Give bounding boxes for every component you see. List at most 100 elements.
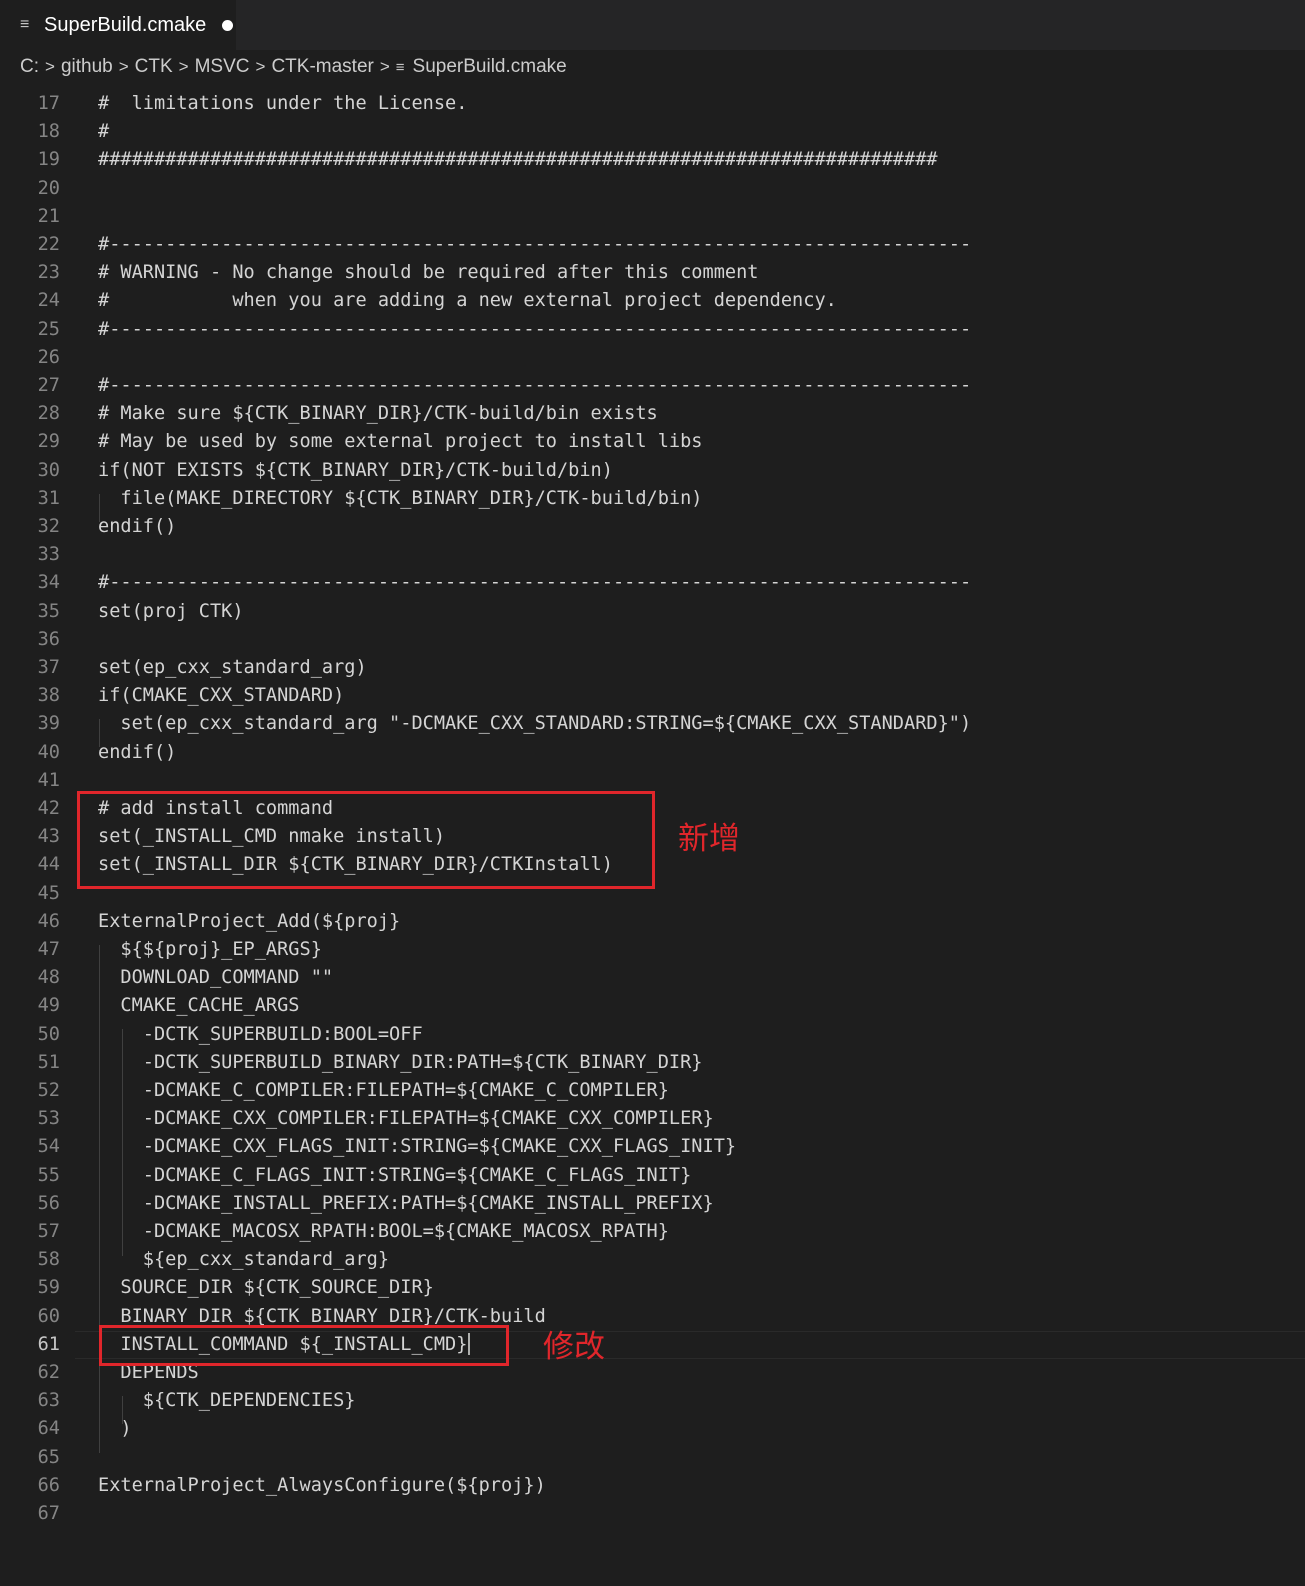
code-text[interactable]: # when you are adding a new external pro… — [98, 287, 837, 315]
code-text[interactable]: # May be used by some external project t… — [98, 428, 703, 456]
line-number: 33 — [37, 544, 60, 566]
code-line[interactable]: 24 # when you are adding a new external p… — [0, 287, 1305, 315]
code-line[interactable]: 57 -DCMAKE_MACOSX_RPATH:BOOL=${CMAKE_MAC… — [0, 1218, 1305, 1246]
code-text[interactable]: # WARNING - No change should be required… — [98, 259, 758, 287]
code-text[interactable]: -DCMAKE_CXX_COMPILER:FILEPATH=${CMAKE_CX… — [98, 1105, 714, 1133]
code-text[interactable]: set(proj CTK) — [98, 598, 244, 626]
code-line[interactable]: 27 #-------------------------------------… — [0, 372, 1305, 400]
code-text[interactable]: ExternalProject_AlwaysConfigure(${proj}) — [98, 1472, 546, 1500]
code-line[interactable]: 31 file(MAKE_DIRECTORY ${CTK_BINARY_DIR}… — [0, 485, 1305, 513]
code-line[interactable]: 18 # — [0, 118, 1305, 146]
code-line[interactable]: 35 set(proj CTK) — [0, 598, 1305, 626]
line-number: 47 — [37, 939, 60, 960]
code-line[interactable]: 59 SOURCE_DIR ${CTK_SOURCE_DIR} — [0, 1274, 1305, 1302]
code-text[interactable]: endif() — [98, 513, 176, 541]
code-line[interactable]: 34 #-------------------------------------… — [0, 569, 1305, 597]
code-line[interactable]: 56 -DCMAKE_INSTALL_PREFIX:PATH=${CMAKE_I… — [0, 1190, 1305, 1218]
code-text[interactable]: ${${proj}_EP_ARGS} — [98, 936, 322, 964]
unsaved-dot-icon[interactable] — [222, 19, 234, 31]
code-line[interactable]: 49 CMAKE_CACHE_ARGS — [0, 992, 1305, 1020]
code-line[interactable]: 36 — [0, 626, 1305, 654]
breadcrumb-item-github[interactable]: github — [61, 56, 113, 78]
code-line[interactable]: 40 endif() — [0, 739, 1305, 767]
code-text[interactable]: -DCMAKE_C_FLAGS_INIT:STRING=${CMAKE_C_FL… — [98, 1162, 692, 1190]
code-line[interactable]: 30 if(NOT EXISTS ${CTK_BINARY_DIR}/CTK-bu… — [0, 457, 1305, 485]
code-text[interactable]: -DCTK_SUPERBUILD_BINARY_DIR:PATH=${CTK_B… — [98, 1049, 703, 1077]
code-line[interactable]: 17 # limitations under the License. — [0, 90, 1305, 118]
breadcrumb-item-ctk[interactable]: CTK — [135, 56, 173, 78]
code-text[interactable]: file(MAKE_DIRECTORY ${CTK_BINARY_DIR}/CT… — [98, 485, 702, 513]
line-number: 55 — [37, 1164, 60, 1186]
code-text[interactable]: if(CMAKE_CXX_STANDARD) — [98, 682, 344, 710]
code-line[interactable]: 29 # May be used by some external project… — [0, 428, 1305, 456]
code-line[interactable]: 65 — [0, 1444, 1305, 1472]
breadcrumb-item-file[interactable]: SuperBuild.cmake — [413, 56, 567, 78]
code-line[interactable]: 46 ExternalProject_Add(${proj} — [0, 908, 1305, 936]
code-text[interactable]: -DCMAKE_INSTALL_PREFIX:PATH=${CMAKE_INST… — [98, 1190, 714, 1218]
line-number: 18 — [37, 121, 60, 143]
code-line[interactable]: 66 ExternalProject_AlwaysConfigure(${proj… — [0, 1472, 1305, 1500]
code-line[interactable]: 54 -DCMAKE_CXX_FLAGS_INIT:STRING=${CMAKE… — [0, 1133, 1305, 1161]
line-number: 65 — [37, 1446, 60, 1468]
code-text[interactable]: #---------------------------------------… — [98, 569, 971, 597]
code-line[interactable]: 58 ${ep_cxx_standard_arg} — [0, 1246, 1305, 1274]
code-text[interactable]: -DCMAKE_C_COMPILER:FILEPATH=${CMAKE_C_CO… — [98, 1077, 669, 1105]
code-editor[interactable]: 67 66 ExternalProject_AlwaysConfigure(${pr… — [0, 90, 1305, 1586]
editor-tab[interactable]: ≡ SuperBuild.cmake — [0, 0, 236, 50]
code-line[interactable]: 50 -DCTK_SUPERBUILD:BOOL=OFF — [0, 1021, 1305, 1049]
code-line[interactable]: 55 -DCMAKE_C_FLAGS_INIT:STRING=${CMAKE_C… — [0, 1162, 1305, 1190]
code-text[interactable]: # — [98, 118, 109, 146]
line-number: 26 — [37, 346, 60, 368]
code-text[interactable]: #---------------------------------------… — [98, 231, 971, 259]
code-line[interactable]: 22 #-------------------------------------… — [0, 231, 1305, 259]
code-text[interactable]: -DCTK_SUPERBUILD:BOOL=OFF — [98, 1021, 423, 1049]
code-text[interactable]: set(ep_cxx_standard_arg) — [98, 654, 367, 682]
code-line[interactable]: 53 -DCMAKE_CXX_COMPILER:FILEPATH=${CMAKE… — [0, 1105, 1305, 1133]
code-text[interactable]: DOWNLOAD_COMMAND "" — [98, 964, 333, 992]
file-lines-icon: ≡ — [395, 58, 405, 76]
code-line[interactable]: 63 ${CTK_DEPENDENCIES} — [0, 1387, 1305, 1415]
code-text[interactable]: # limitations under the License. — [98, 90, 467, 118]
line-number: 22 — [37, 234, 60, 255]
code-text[interactable]: #---------------------------------------… — [98, 316, 971, 344]
code-line[interactable]: 51 -DCTK_SUPERBUILD_BINARY_DIR:PATH=${CT… — [0, 1049, 1305, 1077]
code-line[interactable]: 38 if(CMAKE_CXX_STANDARD) — [0, 682, 1305, 710]
breadcrumb-item-msvc[interactable]: MSVC — [195, 56, 250, 78]
code-line[interactable]: 20 — [0, 175, 1305, 203]
code-text[interactable]: if(NOT EXISTS ${CTK_BINARY_DIR}/CTK-buil… — [98, 457, 613, 485]
code-text[interactable]: set(ep_cxx_standard_arg "-DCMAKE_CXX_STA… — [98, 710, 971, 738]
code-line[interactable]: 19 ######################################… — [0, 146, 1305, 174]
code-text[interactable]: CMAKE_CACHE_ARGS — [98, 992, 299, 1020]
code-line[interactable]: 26 — [0, 344, 1305, 372]
code-line[interactable]: 48 DOWNLOAD_COMMAND "" — [0, 964, 1305, 992]
code-line[interactable]: 32 endif() — [0, 513, 1305, 541]
breadcrumb-item-ctk-master[interactable]: CTK-master — [271, 56, 373, 78]
breadcrumb-item-drive[interactable]: C: — [20, 56, 39, 78]
code-text[interactable]: -DCMAKE_MACOSX_RPATH:BOOL=${CMAKE_MACOSX… — [98, 1218, 669, 1246]
code-line[interactable]: 64 ) — [0, 1415, 1305, 1443]
code-text[interactable]: SOURCE_DIR ${CTK_SOURCE_DIR} — [98, 1274, 433, 1302]
code-line[interactable]: 52 -DCMAKE_C_COMPILER:FILEPATH=${CMAKE_C… — [0, 1077, 1305, 1105]
code-line[interactable]: 25 #-------------------------------------… — [0, 316, 1305, 344]
code-text[interactable]: -DCMAKE_CXX_FLAGS_INIT:STRING=${CMAKE_CX… — [98, 1133, 736, 1161]
code-line[interactable]: 67 — [0, 1500, 1305, 1528]
line-number: 43 — [37, 826, 60, 848]
code-text[interactable]: ${ep_cxx_standard_arg} — [98, 1246, 389, 1274]
line-number: 44 — [37, 854, 60, 876]
code-line[interactable]: 47 ${${proj}_EP_ARGS} — [0, 936, 1305, 964]
code-line[interactable]: 28 # Make sure ${CTK_BINARY_DIR}/CTK-buil… — [0, 400, 1305, 428]
code-text[interactable]: #---------------------------------------… — [98, 372, 971, 400]
code-line[interactable]: 39 set(ep_cxx_standard_arg "-DCMAKE_CXX_… — [0, 710, 1305, 738]
code-text[interactable]: ########################################… — [98, 146, 938, 174]
indent-guide — [99, 719, 100, 747]
code-text[interactable]: ) — [98, 1415, 131, 1443]
code-text[interactable]: ${CTK_DEPENDENCIES} — [98, 1387, 356, 1415]
code-line[interactable]: 33 — [0, 541, 1305, 569]
code-text[interactable]: ExternalProject_Add(${proj} — [98, 908, 400, 936]
breadcrumb: C: > github > CTK > MSVC > CTK-master > … — [0, 50, 1305, 84]
code-line[interactable]: 37 set(ep_cxx_standard_arg) — [0, 654, 1305, 682]
code-line[interactable]: 21 — [0, 203, 1305, 231]
code-line[interactable]: 23 # WARNING - No change should be requir… — [0, 259, 1305, 287]
code-text[interactable]: # Make sure ${CTK_BINARY_DIR}/CTK-build/… — [98, 400, 658, 428]
code-text[interactable]: endif() — [98, 739, 176, 767]
